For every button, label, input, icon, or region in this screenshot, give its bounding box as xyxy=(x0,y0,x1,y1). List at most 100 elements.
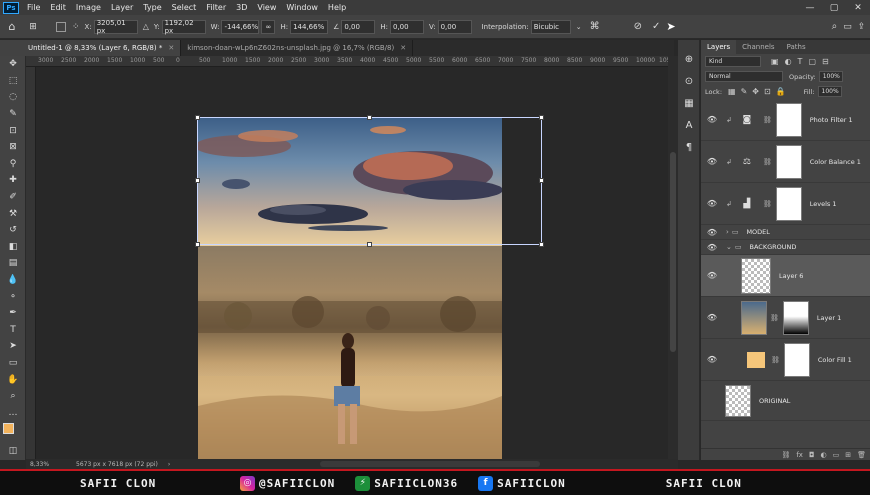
layer-name[interactable]: ORIGINAL xyxy=(759,397,790,405)
path-select-tool-icon[interactable]: ➤ xyxy=(0,338,26,355)
kind-filter[interactable]: Kind xyxy=(705,56,761,67)
layer-name[interactable]: Photo Filter 1 xyxy=(810,116,853,124)
dodge-tool-icon[interactable]: ⚬ xyxy=(0,288,26,305)
menu-filter[interactable]: Filter xyxy=(201,3,231,12)
quick-mask-icon[interactable]: ◫ xyxy=(0,443,26,460)
healing-tool-icon[interactable]: ✚ xyxy=(0,172,26,189)
chevron-down-icon[interactable]: ⌄ xyxy=(726,243,732,251)
crop-tool-icon[interactable]: ⊡ xyxy=(0,122,26,139)
cancel-transform-icon[interactable]: ⊘ xyxy=(634,21,642,32)
home-icon[interactable]: ⌂ xyxy=(0,20,24,33)
minimize-button[interactable]: — xyxy=(798,0,822,15)
layer-mask-thumbnail[interactable] xyxy=(775,144,802,179)
delta-icon[interactable]: △ xyxy=(143,22,149,31)
eraser-tool-icon[interactable]: ◧ xyxy=(0,239,26,256)
vskew-field[interactable]: 0,00 xyxy=(437,19,472,34)
layer-mask-thumbnail[interactable] xyxy=(783,342,810,377)
scrollbar-thumb[interactable] xyxy=(670,152,676,352)
menu-select[interactable]: Select xyxy=(167,3,202,12)
canvas-area[interactable] xyxy=(36,67,668,459)
transform-bounding-box[interactable] xyxy=(195,115,544,247)
chevron-down-icon[interactable]: ⌄ xyxy=(576,23,582,31)
share-icon[interactable]: ⇪ xyxy=(858,22,866,32)
new-group-icon[interactable]: ▭ xyxy=(833,451,840,459)
link-icon[interactable]: ⛓ xyxy=(763,158,772,166)
interpolation-select[interactable]: Bicubic xyxy=(530,19,571,34)
eye-icon[interactable]: 👁 xyxy=(701,199,723,208)
layer-original[interactable]: ORIGINAL xyxy=(701,381,870,421)
link-icon[interactable]: ⛓ xyxy=(770,314,779,322)
menu-image[interactable]: Image xyxy=(71,3,106,12)
layer-name[interactable]: BACKGROUND xyxy=(750,243,797,251)
menu-file[interactable]: File xyxy=(22,3,45,12)
blend-mode-select[interactable]: Normal xyxy=(705,71,783,82)
link-icon[interactable]: ⛓ xyxy=(763,200,772,208)
tab-channels[interactable]: Channels xyxy=(736,40,780,54)
warp-icon[interactable]: ⌘ xyxy=(590,21,600,32)
tab-kimson[interactable]: kimson-doan-wLp6nZ602ns-unsplash.jpg @ 1… xyxy=(181,40,414,56)
layer-levels[interactable]: 👁 ↲ ▟ ⛓ Levels 1 xyxy=(701,183,870,225)
layer-name[interactable]: Levels 1 xyxy=(810,200,837,208)
transform-handle[interactable] xyxy=(539,115,544,120)
filter-smart-icon[interactable]: ⊟ xyxy=(822,57,829,66)
fx-icon[interactable]: fx xyxy=(796,451,803,459)
marquee-tool-icon[interactable]: ⬚ xyxy=(0,73,26,90)
workspace-icon[interactable]: ▭ xyxy=(843,22,852,32)
transform-handle[interactable] xyxy=(195,115,200,120)
menu-edit[interactable]: Edit xyxy=(45,3,71,12)
new-layer-icon[interactable]: ⊞ xyxy=(845,451,851,459)
layer-color-fill[interactable]: 👁 ⛓ Color Fill 1 xyxy=(701,339,870,381)
zoom-level[interactable]: 8,33% xyxy=(30,461,68,468)
layer-thumbnail[interactable] xyxy=(741,300,767,335)
hand-tool-icon[interactable]: ✋ xyxy=(0,371,26,388)
link-icon[interactable]: ∞ xyxy=(261,19,276,34)
fill-field[interactable]: 100% xyxy=(817,86,842,97)
close-icon[interactable]: ✕ xyxy=(168,44,174,52)
eye-icon[interactable]: 👁 xyxy=(701,157,723,166)
character-icon[interactable]: A xyxy=(678,114,700,136)
ruler-vertical[interactable] xyxy=(26,67,36,459)
menu-help[interactable]: Help xyxy=(323,3,351,12)
filter-shape-icon[interactable]: ▢ xyxy=(808,57,816,66)
eye-icon[interactable]: 👁 xyxy=(701,313,723,322)
close-icon[interactable]: ✕ xyxy=(400,44,406,52)
transform-handle[interactable] xyxy=(539,242,544,247)
angle-field[interactable]: 0,00 xyxy=(341,19,376,34)
layer-thumbnail[interactable] xyxy=(741,257,771,294)
layer-name[interactable]: MODEL xyxy=(746,228,769,236)
x-field[interactable]: 3205,01 px xyxy=(93,19,138,35)
layer-name[interactable]: Color Fill 1 xyxy=(818,356,852,364)
group-background[interactable]: 👁 ⌄ ▭ BACKGROUND xyxy=(701,240,870,255)
menu-layer[interactable]: Layer xyxy=(106,3,138,12)
layer-color-balance[interactable]: 👁 ↲ ⚖ ⛓ Color Balance 1 xyxy=(701,141,870,183)
close-window-button[interactable]: ✕ xyxy=(846,0,870,15)
quick-select-tool-icon[interactable]: ✎ xyxy=(0,106,26,123)
lock-move-icon[interactable]: ✥ xyxy=(752,87,759,96)
link-icon[interactable]: ⛓ xyxy=(771,356,780,364)
link-layers-icon[interactable]: ⛓ xyxy=(781,451,790,459)
lasso-tool-icon[interactable]: ◌ xyxy=(0,89,26,106)
maximize-button[interactable]: ▢ xyxy=(822,0,846,15)
lock-all-icon[interactable]: 🔒 xyxy=(776,87,786,96)
eye-icon[interactable]: 👁 xyxy=(701,228,723,237)
transform-handle[interactable] xyxy=(195,178,200,183)
history-brush-icon[interactable]: ↺ xyxy=(0,222,26,239)
history-icon[interactable]: ⊕ xyxy=(678,48,700,70)
transform-handle[interactable] xyxy=(539,178,544,183)
shape-tool-icon[interactable]: ▭ xyxy=(0,355,26,372)
lock-pixels-icon[interactable]: ▦ xyxy=(728,87,736,96)
swatch-icon[interactable]: ▦ xyxy=(678,92,700,114)
move-tool-icon[interactable]: ✥ xyxy=(0,56,26,73)
menu-view[interactable]: View xyxy=(252,3,281,12)
canvas-scrollbar[interactable] xyxy=(668,56,678,460)
trash-icon[interactable]: 🗑 xyxy=(857,451,866,459)
menu-3d[interactable]: 3D xyxy=(231,3,252,12)
layer-name[interactable]: Color Balance 1 xyxy=(810,158,861,166)
more-tools-icon[interactable]: … xyxy=(0,404,26,421)
layer-mask-thumbnail[interactable] xyxy=(782,300,809,335)
blur-tool-icon[interactable]: 💧 xyxy=(0,272,26,289)
eye-icon[interactable]: 👁 xyxy=(701,115,723,124)
reference-point-toggle[interactable] xyxy=(56,21,66,32)
filter-pixel-icon[interactable]: ▣ xyxy=(771,57,779,66)
menu-window[interactable]: Window xyxy=(281,3,323,12)
